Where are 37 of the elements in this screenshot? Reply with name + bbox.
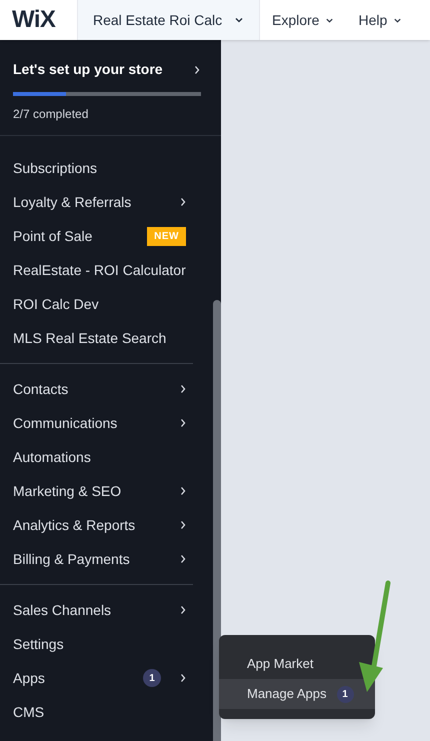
sidebar-item[interactable]: Sales Channels	[0, 593, 193, 627]
chevron-right-icon	[179, 384, 187, 394]
sidebar-item[interactable]: Communications	[0, 406, 193, 440]
sidebar-item[interactable]: Analytics & Reports	[0, 508, 193, 542]
chevron-right-icon	[179, 418, 187, 428]
sidebar-item[interactable]: MLS Real Estate Search	[0, 321, 193, 355]
chevron-right-icon	[179, 673, 187, 683]
progress-text: 2/7 completed	[13, 106, 90, 123]
sidebar-item[interactable]: Settings	[0, 627, 193, 661]
new-tag: NEW	[147, 226, 186, 246]
chevron-right-icon	[179, 520, 187, 530]
sidebar-item[interactable]: Contacts	[0, 372, 193, 406]
count-badge: 1	[336, 686, 354, 702]
sidebar-item[interactable]: ROI Calc Dev	[0, 287, 193, 321]
sidebar-item[interactable]: RealEstate - ROI Calculator	[0, 253, 193, 287]
sidebar-item[interactable]: Subscriptions	[0, 151, 193, 185]
chevron-right-icon	[179, 554, 187, 564]
sidebar-item[interactable]: Loyalty & Referrals	[0, 185, 193, 219]
sidebar-item[interactable]: Marketing & SEO	[0, 474, 193, 508]
chevron-right-icon	[179, 605, 187, 615]
sidebar-item[interactable]: Automations	[0, 440, 193, 474]
submenu-item[interactable]: App Market	[247, 649, 314, 679]
sidebar-item[interactable]: CMS	[0, 695, 193, 729]
sidebar-item[interactable]: Apps 1	[0, 661, 193, 695]
sidebar-item[interactable]: Point of Sale NEW	[0, 219, 193, 253]
site-selector[interactable]: Real Estate Roi Calc	[77, 0, 260, 40]
chevron-down-icon	[234, 15, 244, 25]
sidebar-item[interactable]: Billing & Payments	[0, 542, 193, 576]
chevron-right-icon	[193, 64, 201, 74]
count-badge: 1	[143, 669, 161, 687]
chevron-right-icon	[179, 486, 187, 496]
logo[interactable]: WiX	[12, 2, 56, 38]
chevron-right-icon	[179, 197, 187, 207]
setup-link[interactable]: Let's set up your store	[13, 59, 201, 80]
nav-menu[interactable]: Help	[346, 0, 414, 40]
nav-menu[interactable]: Explore	[260, 0, 346, 40]
submenu-item[interactable]: Manage Apps 1	[219, 679, 375, 709]
